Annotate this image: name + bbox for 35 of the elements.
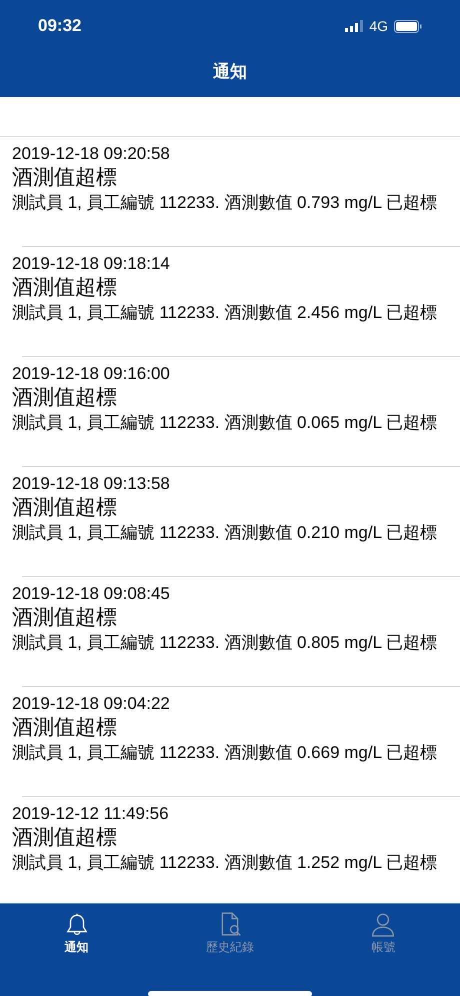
signal-icon <box>345 20 364 32</box>
notification-time: 2019-12-18 09:08:45 <box>12 584 171 604</box>
screen-title: 通知 <box>213 60 247 83</box>
status-time: 09:32 <box>38 15 82 38</box>
notification-title: 酒測值超標 <box>12 495 118 521</box>
notification-message: 測試員 1, 員工編號 112233. 酒測數值 0.065 mg/L 已超標 <box>12 412 438 434</box>
notification-message: 測試員 1, 員工編號 112233. 酒測數值 2.456 mg/L 已超標 <box>12 302 438 324</box>
notification-time: 2019-12-18 09:04:22 <box>12 694 171 714</box>
notification-message: 測試員 1, 員工編號 112233. 酒測數值 0.210 mg/L 已超標 <box>12 522 438 544</box>
notification-time: 2019-12-18 09:20:58 <box>12 144 171 164</box>
notification-time: 2019-12-12 11:49:56 <box>12 804 170 824</box>
notification-time: 2019-12-18 09:13:58 <box>12 474 171 494</box>
notification-item[interactable]: 2019-12-18 09:04:22 酒測值超標 測試員 1, 員工編號 112233. 酒測數值 0.669 mg/L 已超標 <box>0 687 460 797</box>
battery-icon <box>394 20 422 32</box>
tab[interactable]: 通知 <box>0 904 154 964</box>
notification-message: 測試員 1, 員工編號 112233. 酒測數值 0.793 mg/L 已超標 <box>12 192 438 214</box>
notification-message: 測試員 1, 員工編號 112233. 酒測數值 0.669 mg/L 已超標 <box>12 742 438 764</box>
notification-item[interactable]: 2019-12-18 09:13:58 酒測值超標 測試員 1, 員工編號 112233. 酒測數值 0.210 mg/L 已超標 <box>0 467 460 577</box>
notification-message: 測試員 1, 員工編號 112233. 酒測數值 1.252 mg/L 已超標 <box>12 852 438 874</box>
notification-title: 酒測值超標 <box>12 275 118 301</box>
notification-time: 2019-12-18 09:16:00 <box>12 364 171 384</box>
person-icon <box>370 911 396 937</box>
notification-item[interactable]: 2019-12-18 09:18:14 酒測值超標 測試員 1, 員工編號 112233. 酒測數值 2.456 mg/L 已超標 <box>0 247 460 357</box>
notification-title: 酒測值超標 <box>12 605 118 631</box>
notification-title: 酒測值超標 <box>12 165 118 191</box>
notification-item[interactable]: 2019-12-12 11:49:56 酒測值超標 測試員 1, 員工編號 112233. 酒測數值 1.252 mg/L 已超標 <box>0 797 460 903</box>
notification-title: 酒測值超標 <box>12 825 118 851</box>
notification-item[interactable]: 2019-12-18 09:16:00 酒測值超標 測試員 1, 員工編號 112233. 酒測數值 0.065 mg/L 已超標 <box>0 357 460 467</box>
notification-title: 酒測值超標 <box>12 715 118 741</box>
notification-item[interactable]: 2019-12-18 09:08:45 酒測值超標 測試員 1, 員工編號 112233. 酒測數值 0.805 mg/L 已超標 <box>0 577 460 687</box>
notification-item[interactable]: 2019-12-18 09:20:58 酒測值超標 測試員 1, 員工編號 112233. 酒測數值 0.793 mg/L 已超標 <box>0 137 460 247</box>
notification-message: 測試員 1, 員工編號 112233. 酒測數值 0.805 mg/L 已超標 <box>12 632 438 654</box>
notification-time: 2019-12-18 09:18:14 <box>12 254 171 274</box>
network-label: 4G <box>369 16 388 36</box>
notification-title: 酒測值超標 <box>12 385 118 411</box>
